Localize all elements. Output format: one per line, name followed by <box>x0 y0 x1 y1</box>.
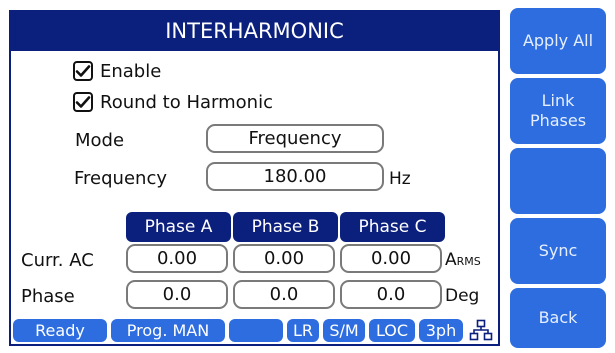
sync-button[interactable]: Sync <box>510 218 606 284</box>
page-title: INTERHARMONIC <box>11 12 498 51</box>
tab-phase-a[interactable]: Phase A <box>126 212 231 242</box>
enable-checkbox-row[interactable]: Enable <box>73 57 161 85</box>
status-blank <box>229 319 283 342</box>
link-phases-button[interactable]: Link Phases <box>510 78 606 144</box>
checkmark-icon <box>75 96 91 108</box>
frequency-field[interactable]: 180.00 <box>206 162 384 191</box>
round-to-harmonic-label: Round to Harmonic <box>100 91 273 113</box>
phase-angle-unit: Deg <box>445 286 480 306</box>
enable-label: Enable <box>100 60 162 82</box>
status-program: Prog. MAN <box>111 319 225 342</box>
blank-softkey-button[interactable] <box>510 148 606 214</box>
phase-angle-phase-b-field[interactable]: 0.0 <box>233 280 335 309</box>
network-icon <box>467 319 495 342</box>
interharmonic-panel: INTERHARMONIC Enable Round to Harmonic M… <box>9 10 500 346</box>
frequency-unit: Hz <box>389 169 411 189</box>
instrument-screen: INTERHARMONIC Enable Round to Harmonic M… <box>0 0 615 353</box>
status-ready: Ready <box>13 319 107 342</box>
mode-label: Mode <box>75 130 125 151</box>
curr-ac-label: Curr. AC <box>21 250 94 271</box>
phase-angle-label: Phase <box>21 286 75 307</box>
status-sm: S/M <box>323 319 365 342</box>
curr-ac-phase-b-field[interactable]: 0.00 <box>233 244 335 273</box>
enable-checkbox[interactable] <box>73 61 93 81</box>
curr-ac-unit-sub: RMS <box>456 255 481 268</box>
tab-phase-c[interactable]: Phase C <box>340 212 445 242</box>
curr-ac-phase-a-field[interactable]: 0.00 <box>126 244 228 273</box>
phase-angle-phase-c-field[interactable]: 0.0 <box>340 280 442 309</box>
status-lr: LR <box>287 319 319 342</box>
mode-field[interactable]: Frequency <box>206 124 384 153</box>
frequency-label: Frequency <box>74 168 167 189</box>
curr-ac-phase-c-field[interactable]: 0.00 <box>340 244 442 273</box>
round-to-harmonic-checkbox[interactable] <box>73 92 93 112</box>
phase-angle-phase-a-field[interactable]: 0.0 <box>126 280 228 309</box>
back-button[interactable]: Back <box>510 288 606 348</box>
curr-ac-unit-main: A <box>445 250 457 270</box>
round-to-harmonic-checkbox-row[interactable]: Round to Harmonic <box>73 88 273 116</box>
apply-all-button[interactable]: Apply All <box>510 8 606 74</box>
checkmark-icon <box>75 65 91 77</box>
status-loc: LOC <box>369 319 415 342</box>
status-3ph: 3ph <box>419 319 463 342</box>
status-bar: Ready Prog. MAN LR S/M LOC 3ph <box>11 317 498 344</box>
curr-ac-unit: ARMS <box>445 250 481 270</box>
tab-phase-b[interactable]: Phase B <box>233 212 338 242</box>
